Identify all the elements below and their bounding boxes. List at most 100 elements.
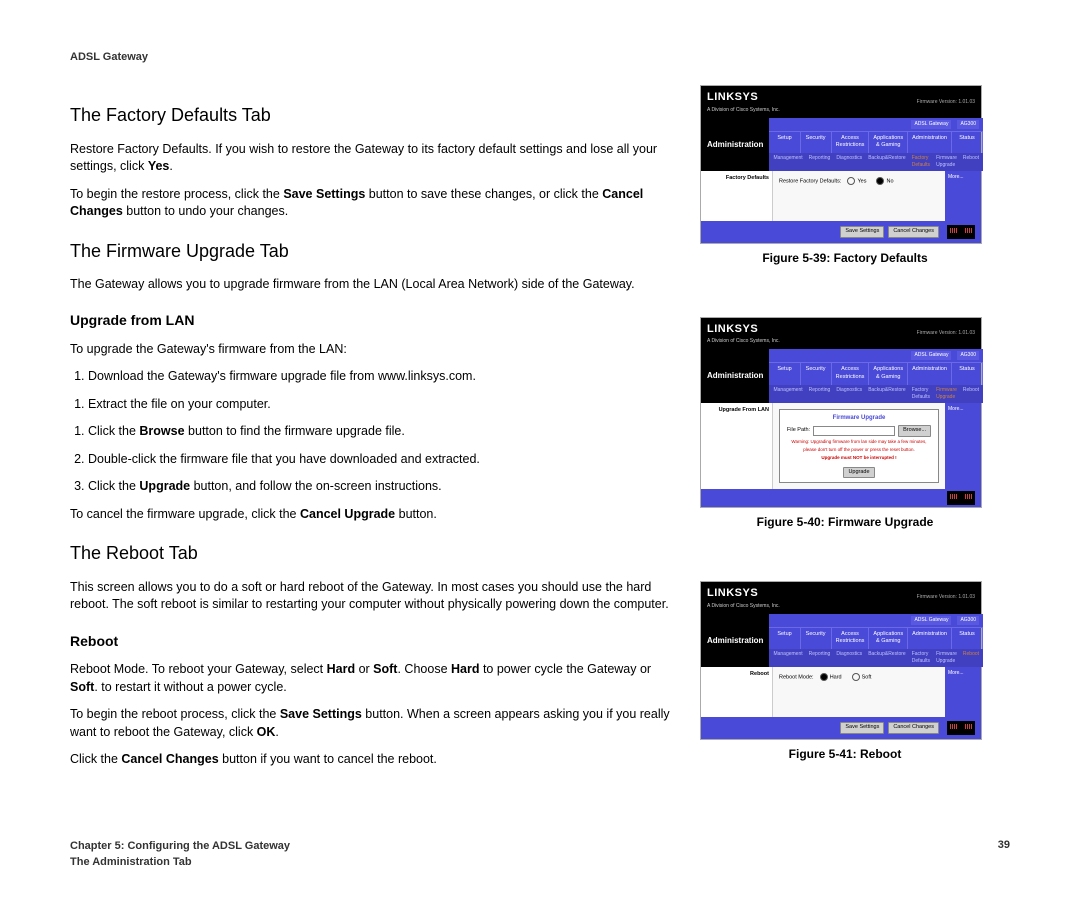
tab-admin[interactable]: Administration — [908, 132, 952, 153]
cisco-logo-icon — [947, 225, 975, 239]
save-settings-button[interactable]: Save Settings — [840, 722, 884, 734]
subtab-diag[interactable]: Diagnostics — [836, 651, 862, 665]
step-5: Click the Upgrade button, and follow the… — [88, 478, 670, 496]
subtab-fw[interactable]: Firmware Upgrade — [936, 651, 957, 665]
page-number: 39 — [998, 838, 1010, 872]
cancel-changes-bold-2: Cancel Changes — [121, 752, 218, 766]
figure-5-39: LINKSYS A Division of Cisco Systems, Inc… — [700, 85, 990, 267]
subtab-diag[interactable]: Diagnostics — [836, 155, 862, 169]
subtab-reboot[interactable]: Reboot — [963, 155, 979, 169]
subtab-fw[interactable]: Firmware Upgrade — [936, 155, 957, 169]
file-path-input[interactable] — [813, 426, 895, 436]
tab-apps[interactable]: Applications & Gaming — [869, 132, 908, 153]
tab-admin[interactable]: Administration — [908, 363, 952, 384]
tab-access[interactable]: Access Restrictions — [832, 132, 870, 153]
subtab-backup[interactable]: Backup&Restore — [868, 651, 906, 665]
text: To begin the restore process, click the — [70, 187, 283, 201]
firmware-version: Firmware Version: 1.01.03 — [917, 330, 975, 337]
tab-security[interactable]: Security — [801, 363, 832, 384]
subtab-report[interactable]: Reporting — [809, 155, 831, 169]
cancel-changes-button[interactable]: Cancel Changes — [888, 722, 939, 734]
shot-header: LINKSYS A Division of Cisco Systems, Inc… — [701, 318, 981, 349]
tab-status[interactable]: Status — [952, 132, 983, 153]
ok-bold: OK — [257, 725, 276, 739]
factory-p2: To begin the restore process, click the … — [70, 186, 670, 221]
upgrade-from-lan-heading: Upgrade from LAN — [70, 311, 670, 331]
tab-access[interactable]: Access Restrictions — [832, 363, 870, 384]
upgrade-button[interactable]: Upgrade — [843, 467, 874, 479]
subtab-reboot[interactable]: Reboot — [963, 651, 979, 665]
restore-text: Restore Factory Defaults: — [779, 179, 841, 185]
content-area: Firmware Upgrade File Path: Browse... Wa… — [773, 403, 945, 490]
text: Click the — [88, 479, 139, 493]
subtab-reboot[interactable]: Reboot — [963, 387, 979, 401]
text: button if you want to cancel the reboot. — [219, 752, 437, 766]
tab-access[interactable]: Access Restrictions — [832, 628, 870, 649]
model-num: AG300 — [957, 120, 979, 129]
radio-hard[interactable]: Hard — [820, 673, 842, 682]
text: . Choose — [397, 662, 451, 676]
factory-defaults-heading: The Factory Defaults Tab — [70, 103, 670, 128]
cancel-upgrade-bold: Cancel Upgrade — [300, 507, 395, 521]
model-row: ADSL Gateway AG300 — [769, 118, 983, 131]
figures-column: LINKSYS A Division of Cisco Systems, Inc… — [700, 85, 990, 812]
cancel-changes-button[interactable]: Cancel Changes — [888, 226, 939, 238]
subtab-diag[interactable]: Diagnostics — [836, 387, 862, 401]
hard-bold-2: Hard — [451, 662, 479, 676]
screenshot-reboot: LINKSYS A Division of Cisco Systems, Inc… — [700, 581, 982, 740]
subtab-mgmt[interactable]: Management — [773, 155, 802, 169]
shot-header: LINKSYS A Division of Cisco Systems, Inc… — [701, 86, 981, 117]
step-1: Download the Gateway's firmware upgrade … — [88, 368, 670, 386]
firmware-intro: The Gateway allows you to upgrade firmwa… — [70, 276, 670, 294]
reboot-p2: To begin the reboot process, click the S… — [70, 706, 670, 741]
tab-status[interactable]: Status — [952, 628, 983, 649]
subtab-fw[interactable]: Firmware Upgrade — [936, 387, 957, 401]
browse-button[interactable]: Browse... — [898, 425, 931, 437]
logo-subtitle: A Division of Cisco Systems, Inc. — [707, 107, 780, 114]
primary-tabs: Setup Security Access Restrictions Appli… — [769, 627, 983, 649]
linksys-logo: LINKSYS — [707, 586, 780, 601]
radio-soft[interactable]: Soft — [852, 673, 872, 682]
page-footer: Chapter 5: Configuring the ADSL Gateway … — [70, 838, 1010, 872]
side-label: Reboot — [701, 667, 773, 717]
tab-setup[interactable]: Setup — [769, 363, 800, 384]
radio-yes[interactable]: Yes — [847, 177, 866, 186]
figure-5-40: LINKSYS A Division of Cisco Systems, Inc… — [700, 317, 990, 531]
side-label: Factory Defaults — [701, 171, 773, 221]
text: Reboot Mode. To reboot your Gateway, sel… — [70, 662, 327, 676]
tab-apps[interactable]: Applications & Gaming — [869, 628, 908, 649]
subtab-report[interactable]: Reporting — [809, 651, 831, 665]
firmware-version: Firmware Version: 1.01.03 — [917, 99, 975, 106]
subtab-factory[interactable]: Factory Defaults — [912, 155, 930, 169]
factory-p1: Restore Factory Defaults. If you wish to… — [70, 141, 670, 176]
page-columns: The Factory Defaults Tab Restore Factory… — [70, 85, 1010, 812]
logo-block: LINKSYS A Division of Cisco Systems, Inc… — [707, 90, 780, 113]
subtab-factory[interactable]: Factory Defaults — [912, 387, 930, 401]
model-label: ADSL Gateway — [911, 616, 951, 625]
firmware-lead: To upgrade the Gateway's firmware from t… — [70, 341, 670, 359]
subtab-report[interactable]: Reporting — [809, 387, 831, 401]
shot-footer — [701, 489, 981, 507]
subtab-backup[interactable]: Backup&Restore — [868, 387, 906, 401]
subtab-backup[interactable]: Backup&Restore — [868, 155, 906, 169]
shot-footer: Save Settings Cancel Changes — [701, 221, 981, 243]
tab-setup[interactable]: Setup — [769, 628, 800, 649]
tab-security[interactable]: Security — [801, 628, 832, 649]
subtab-factory[interactable]: Factory Defaults — [912, 651, 930, 665]
subtab-mgmt[interactable]: Management — [773, 651, 802, 665]
shot-body: Reboot Reboot Mode: Hard Soft More... — [701, 667, 981, 717]
tab-apps[interactable]: Applications & Gaming — [869, 363, 908, 384]
figure-39-caption: Figure 5-39: Factory Defaults — [700, 250, 990, 267]
radio-icon — [820, 673, 828, 681]
tab-admin[interactable]: Administration — [908, 628, 952, 649]
tab-security[interactable]: Security — [801, 132, 832, 153]
subtab-mgmt[interactable]: Management — [773, 387, 802, 401]
tab-status[interactable]: Status — [952, 363, 983, 384]
firmware-version: Firmware Version: 1.01.03 — [917, 594, 975, 601]
hard-bold: Hard — [327, 662, 355, 676]
save-settings-button[interactable]: Save Settings — [840, 226, 884, 238]
text: to power cycle the Gateway or — [479, 662, 651, 676]
file-path-label: File Path: — [787, 427, 810, 435]
radio-no[interactable]: No — [876, 177, 893, 186]
tab-setup[interactable]: Setup — [769, 132, 800, 153]
